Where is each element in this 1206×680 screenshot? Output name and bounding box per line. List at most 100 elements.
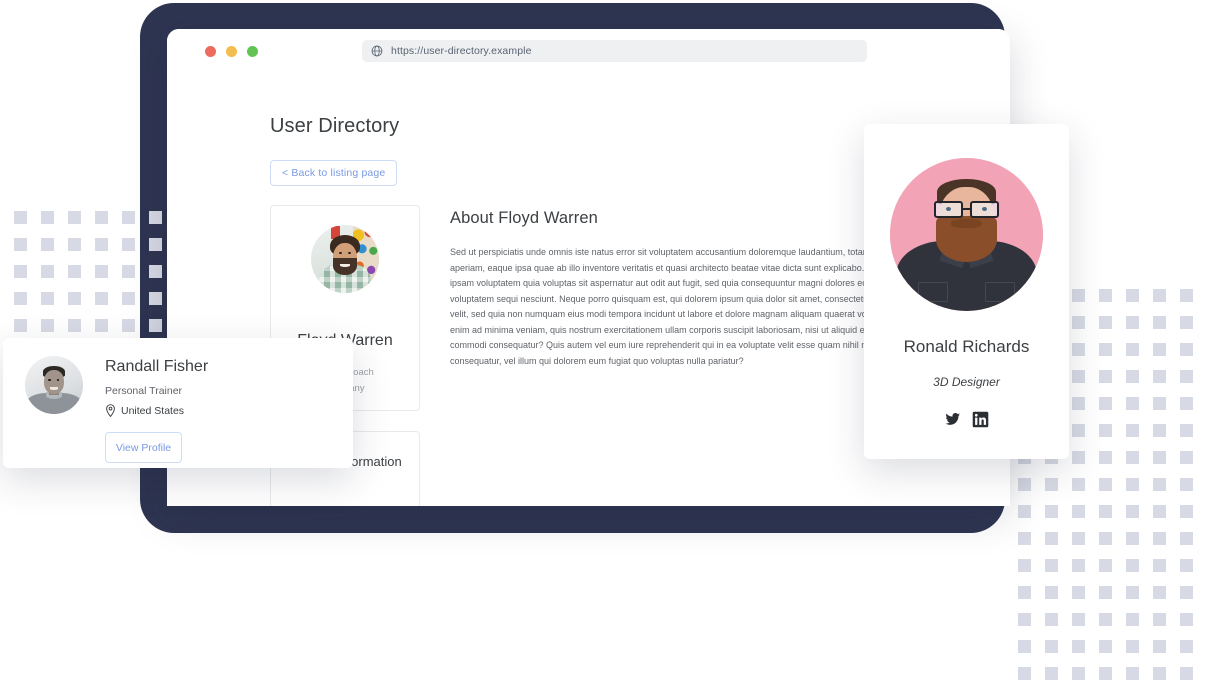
randall-location-label: United States — [121, 404, 185, 417]
decorative-dot — [1126, 559, 1139, 572]
decorative-dot — [1018, 667, 1031, 680]
decorative-dot — [122, 265, 135, 278]
decorative-dot — [1180, 613, 1193, 626]
decorative-dot — [1180, 289, 1193, 302]
decorative-dot — [1072, 532, 1085, 545]
decorative-dot — [1072, 343, 1085, 356]
decorative-dot — [1099, 532, 1112, 545]
ronald-avatar — [890, 158, 1043, 311]
decorative-dot — [1099, 370, 1112, 383]
decorative-dot — [1072, 478, 1085, 491]
decorative-dot — [1018, 478, 1031, 491]
decorative-dot — [149, 292, 162, 305]
globe-icon — [371, 45, 383, 57]
back-to-listing-button[interactable]: < Back to listing page — [270, 160, 398, 186]
decorative-dot — [1099, 586, 1112, 599]
decorative-dot — [1153, 613, 1166, 626]
decorative-dot — [1126, 640, 1139, 653]
decorative-dot — [1153, 532, 1166, 545]
decorative-dot — [1180, 370, 1193, 383]
decorative-dot — [1099, 289, 1112, 302]
decorative-dot — [1072, 613, 1085, 626]
decorative-dot — [1072, 316, 1085, 329]
decorative-dot — [1126, 397, 1139, 410]
decorative-dot — [1072, 505, 1085, 518]
minimize-button[interactable] — [226, 45, 237, 57]
decorative-dot — [68, 319, 81, 332]
decorative-dot — [1153, 397, 1166, 410]
decorative-dot — [122, 292, 135, 305]
decorative-dot — [1072, 667, 1085, 680]
decorative-dot — [1180, 397, 1193, 410]
browser-chrome: https://user-directory.example — [167, 29, 1010, 73]
decorative-dot — [1126, 667, 1139, 680]
decorative-dot — [1072, 640, 1085, 653]
decorative-dot — [14, 265, 27, 278]
decorative-dot — [1126, 451, 1139, 464]
decorative-dot — [1126, 478, 1139, 491]
decorative-dot — [1180, 532, 1193, 545]
decorative-dot — [1072, 370, 1085, 383]
decorative-dot — [149, 211, 162, 224]
decorative-dot — [1018, 559, 1031, 572]
decorative-dot — [1018, 640, 1031, 653]
decorative-dot — [1126, 316, 1139, 329]
decorative-dot — [41, 319, 54, 332]
profile-avatar — [311, 225, 379, 293]
decorative-dot — [95, 265, 108, 278]
decorative-dot — [122, 211, 135, 224]
traffic-lights — [205, 45, 258, 57]
decorative-dot — [95, 238, 108, 251]
randall-location: United States — [105, 404, 208, 417]
close-button[interactable] — [205, 45, 216, 57]
decorative-dot — [122, 238, 135, 251]
decorative-dot — [1099, 613, 1112, 626]
decorative-dot — [1126, 424, 1139, 437]
decorative-dot — [1180, 424, 1193, 437]
maximize-button[interactable] — [247, 45, 258, 57]
decorative-dot — [149, 265, 162, 278]
decorative-dot — [1153, 289, 1166, 302]
decorative-dot — [1126, 343, 1139, 356]
twitter-icon[interactable] — [944, 411, 961, 428]
decorative-dot — [41, 211, 54, 224]
decorative-dot — [14, 211, 27, 224]
decorative-dot — [1153, 667, 1166, 680]
decorative-dot — [1045, 559, 1058, 572]
decorative-dot — [1072, 451, 1085, 464]
decorative-dot — [41, 265, 54, 278]
decorative-dot — [1072, 586, 1085, 599]
view-profile-button[interactable]: View Profile — [105, 432, 182, 463]
decorative-dot — [1180, 667, 1193, 680]
decorative-dot — [1045, 505, 1058, 518]
decorative-dot — [1045, 667, 1058, 680]
decorative-dot — [41, 292, 54, 305]
decorative-dot — [1153, 343, 1166, 356]
about-body: Sed ut perspiciatis unde omnis iste natu… — [450, 247, 917, 366]
decorative-dot — [1153, 586, 1166, 599]
decorative-dot — [1099, 640, 1112, 653]
decorative-dot — [1099, 478, 1112, 491]
decorative-dot — [68, 211, 81, 224]
decorative-dot — [1099, 667, 1112, 680]
decorative-dot — [14, 238, 27, 251]
decorative-dot — [95, 319, 108, 332]
decorative-dot — [14, 292, 27, 305]
about-section: About Floyd Warren Sed ut perspiciatis u… — [450, 205, 920, 411]
url-bar[interactable]: https://user-directory.example — [362, 40, 867, 62]
decorative-dot — [1180, 586, 1193, 599]
decorative-dot — [1045, 478, 1058, 491]
decorative-dot — [1153, 640, 1166, 653]
decorative-dot — [1072, 397, 1085, 410]
decorative-dot — [1099, 505, 1112, 518]
decorative-dot — [1126, 532, 1139, 545]
decorative-dot — [1126, 370, 1139, 383]
ronald-social-links — [864, 411, 1069, 428]
decorative-dot — [1153, 451, 1166, 464]
decorative-dot — [1018, 505, 1031, 518]
linkedin-icon[interactable] — [972, 411, 989, 428]
decorative-dot — [1153, 478, 1166, 491]
decorative-dot — [1018, 613, 1031, 626]
decorative-dot — [1099, 424, 1112, 437]
decorative-dot — [68, 292, 81, 305]
